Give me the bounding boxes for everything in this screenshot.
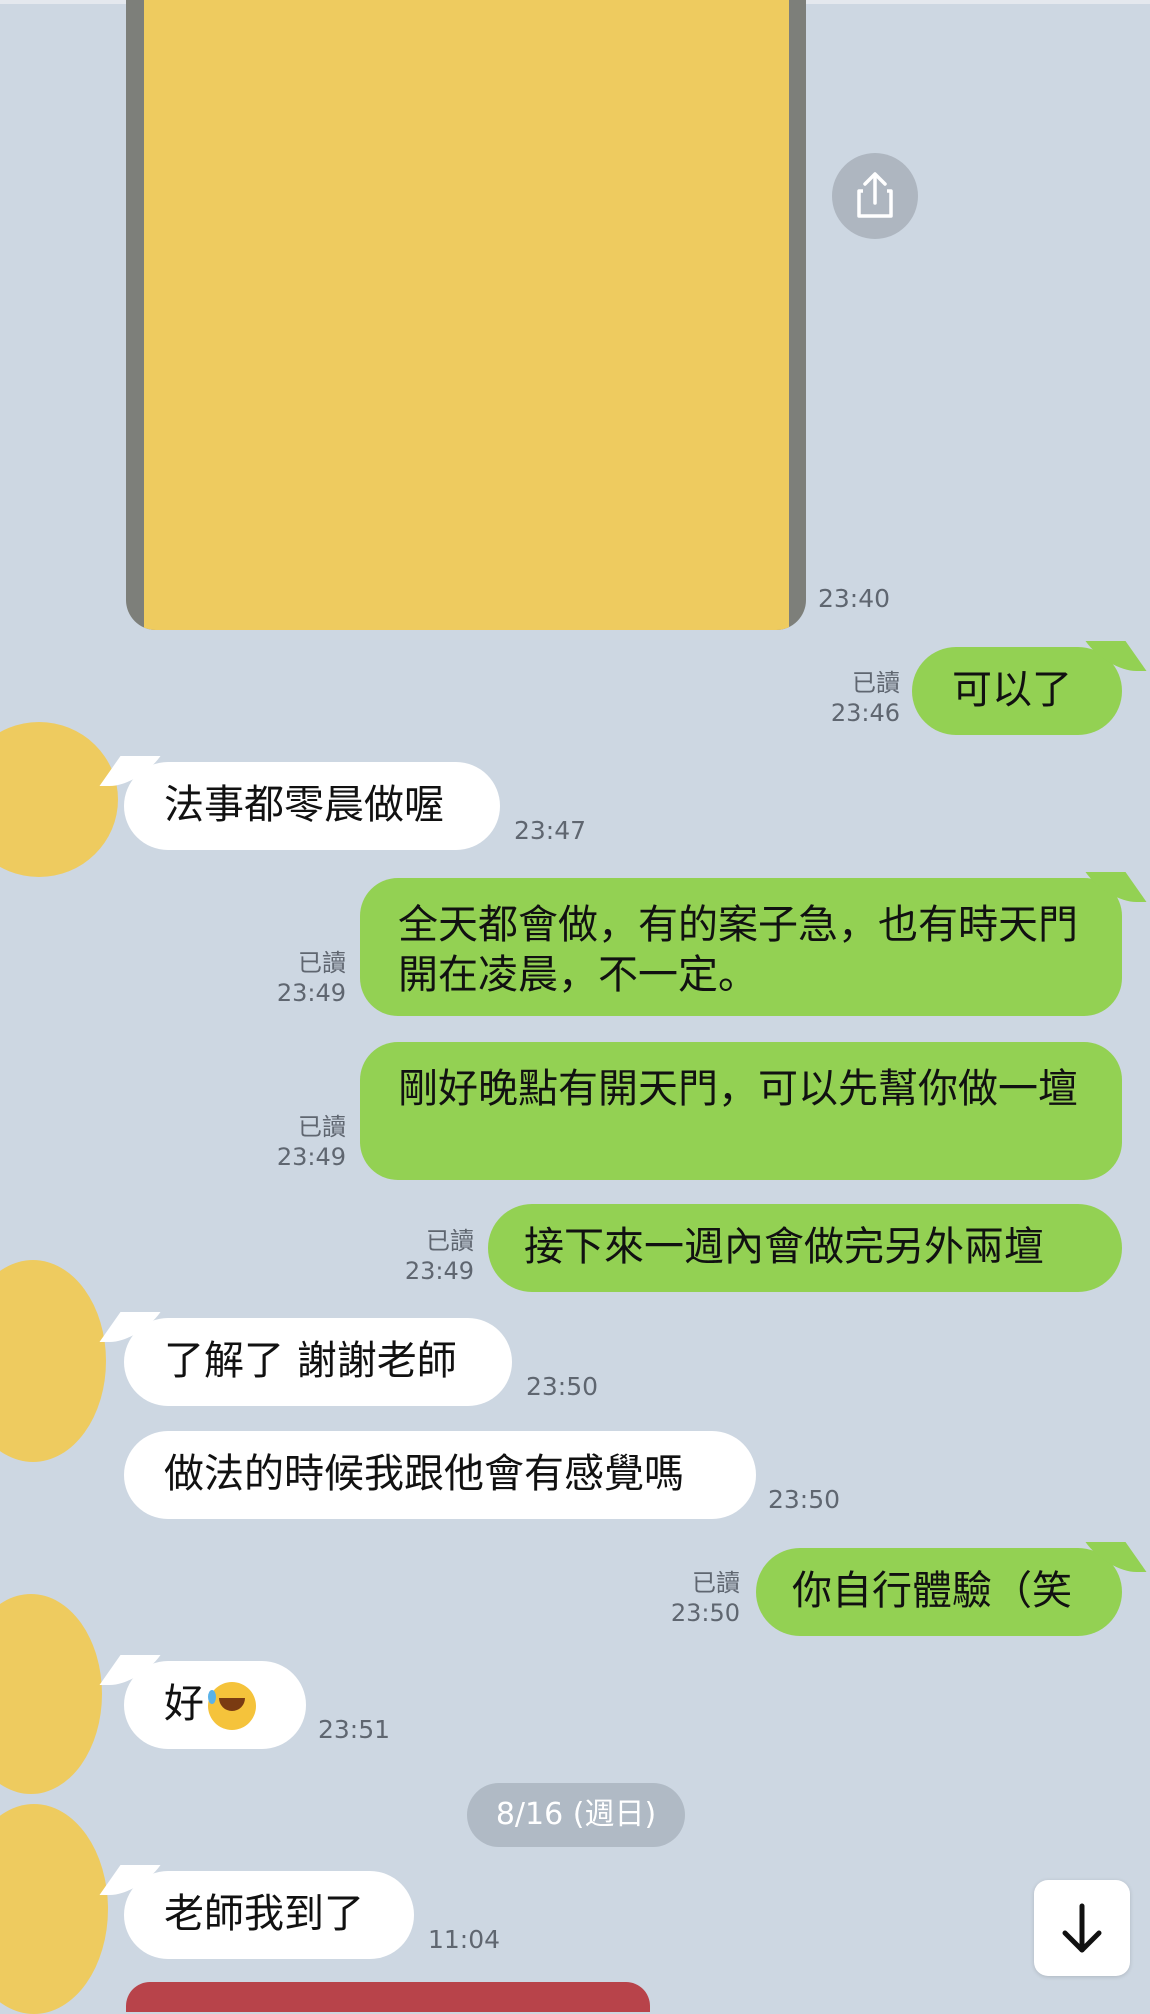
incoming-message[interactable]: 好 <box>124 1661 306 1749</box>
image-redaction <box>144 0 789 630</box>
message-time: 23:47 <box>514 816 587 845</box>
read-label: 已讀 <box>298 1113 346 1141</box>
image-message-frame[interactable] <box>126 0 806 630</box>
avatar[interactable] <box>0 1260 106 1462</box>
read-receipt: 已讀 23:49 <box>240 948 346 1008</box>
read-label: 已讀 <box>298 949 346 977</box>
share-icon <box>857 172 893 218</box>
incoming-message[interactable]: 法事都零晨做喔 <box>124 762 500 850</box>
message-time: 23:50 <box>768 1485 841 1514</box>
read-label: 已讀 <box>692 1569 740 1597</box>
outgoing-message[interactable]: 可以了 <box>912 647 1122 735</box>
outgoing-message[interactable]: 全天都會做，有的案子急，也有時天門開在凌晨，不一定。 <box>360 878 1122 1016</box>
incoming-message[interactable]: 了解了 謝謝老師 <box>124 1318 512 1406</box>
avatar[interactable] <box>0 1804 108 2014</box>
share-button[interactable] <box>832 153 918 239</box>
message-text: 好 <box>164 1681 204 1727</box>
scroll-to-bottom-button[interactable] <box>1034 1880 1130 1976</box>
message-time: 23:40 <box>818 584 891 613</box>
read-receipt: 已讀 23:50 <box>632 1568 740 1628</box>
rolling-on-floor-laughing-emoji-icon <box>208 1682 256 1730</box>
avatar[interactable] <box>0 1594 102 1794</box>
read-receipt: 已讀 23:46 <box>790 668 900 728</box>
message-time: 23:49 <box>276 1143 346 1171</box>
read-receipt: 已讀 23:49 <box>368 1226 474 1286</box>
avatar[interactable] <box>0 722 118 877</box>
message-time: 23:50 <box>526 1372 599 1401</box>
date-separator: 8/16 (週日) <box>467 1783 685 1847</box>
message-time: 23:49 <box>404 1257 474 1285</box>
message-time: 23:51 <box>318 1715 391 1744</box>
message-time: 23:46 <box>830 699 900 727</box>
message-time: 23:50 <box>670 1599 740 1627</box>
read-label: 已讀 <box>852 669 900 697</box>
next-image-message[interactable] <box>126 1982 650 2012</box>
incoming-message[interactable]: 做法的時候我跟他會有感覺嗎 <box>124 1431 756 1519</box>
message-time: 11:04 <box>428 1925 501 1954</box>
arrow-down-icon <box>1062 1903 1102 1953</box>
outgoing-message[interactable]: 剛好晚點有開天門，可以先幫你做一壇 <box>360 1042 1122 1180</box>
read-label: 已讀 <box>426 1227 474 1255</box>
message-time: 23:49 <box>276 979 346 1007</box>
incoming-message[interactable]: 老師我到了 <box>124 1871 414 1959</box>
outgoing-message[interactable]: 你自行體驗（笑 <box>756 1548 1122 1636</box>
outgoing-message[interactable]: 接下來一週內會做完另外兩壇 <box>488 1204 1122 1292</box>
read-receipt: 已讀 23:49 <box>240 1112 346 1172</box>
